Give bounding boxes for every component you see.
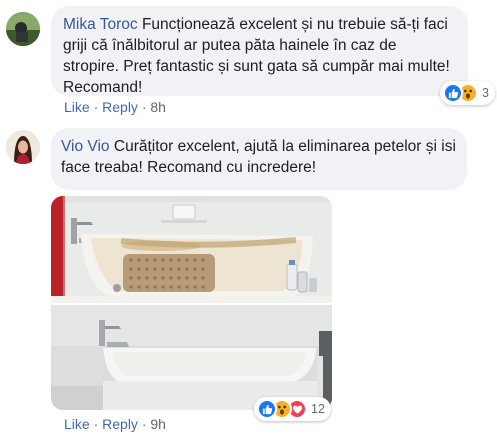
- comment-actions: Like · Reply · 8h: [64, 99, 166, 115]
- separator: ·: [141, 99, 147, 115]
- like-link[interactable]: Like: [64, 416, 90, 432]
- comment-bubble: Vio Vio Curățitor excelent, ajută la eli…: [51, 128, 467, 190]
- comment-timestamp[interactable]: 8h: [150, 99, 166, 115]
- reply-link[interactable]: Reply: [102, 99, 138, 115]
- reaction-count: 12: [311, 402, 325, 416]
- comment-text: Curățitor excelent, ajută la eliminarea …: [61, 138, 456, 176]
- reactions-summary[interactable]: 12: [254, 397, 331, 421]
- separator: ·: [93, 416, 99, 432]
- like-icon: [443, 83, 463, 103]
- like-icon: [257, 399, 277, 419]
- comment-bubble: Mika Toroc Funcționează excelent și nu t…: [51, 6, 468, 96]
- reaction-count: 3: [482, 86, 489, 100]
- separator: ·: [93, 99, 99, 115]
- comment-actions: Like · Reply · 9h: [64, 416, 166, 432]
- comment-photo[interactable]: [51, 196, 332, 410]
- reply-link[interactable]: Reply: [102, 416, 138, 432]
- like-link[interactable]: Like: [64, 99, 90, 115]
- reactions-summary[interactable]: 3: [440, 81, 495, 105]
- avatar[interactable]: [6, 12, 40, 46]
- comment-author[interactable]: Mika Toroc: [63, 16, 138, 33]
- separator: ·: [141, 416, 147, 432]
- comment-author[interactable]: Vio Vio: [61, 138, 110, 155]
- avatar[interactable]: [6, 130, 40, 164]
- comment-timestamp[interactable]: 9h: [150, 416, 166, 432]
